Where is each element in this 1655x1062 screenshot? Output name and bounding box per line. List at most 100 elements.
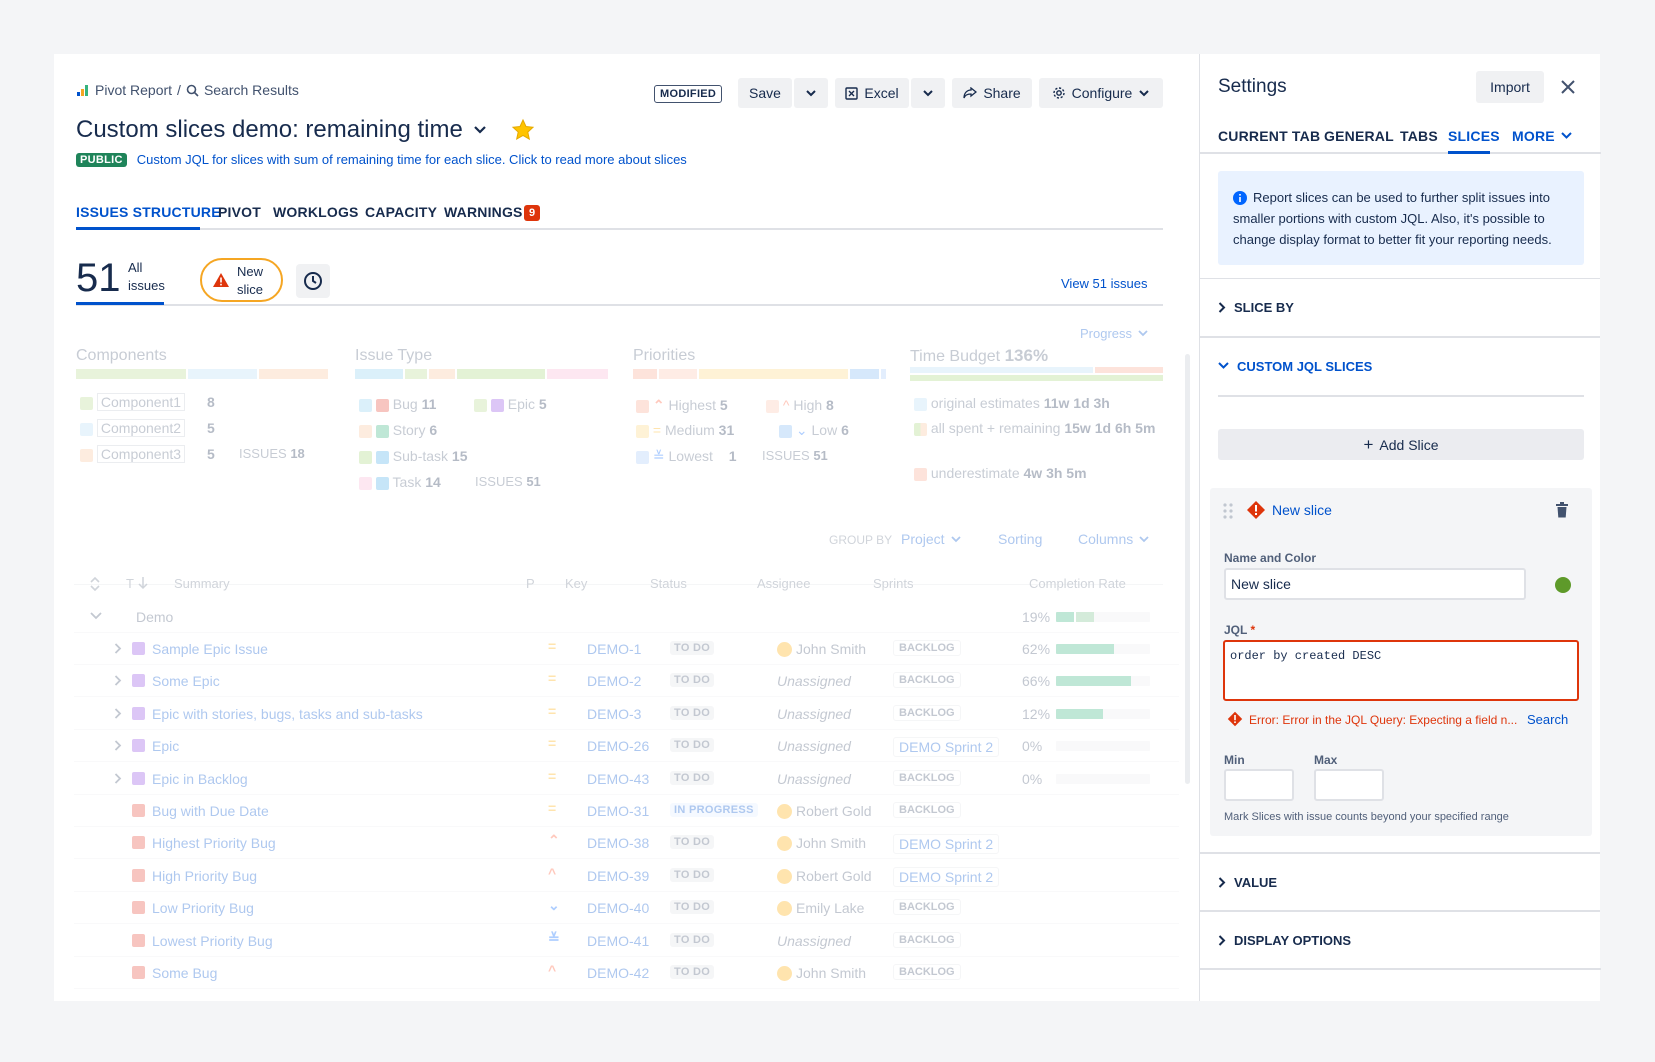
original-estimates-legend[interactable]: original estimates 11w 1d 3h bbox=[914, 395, 1110, 411]
table-row[interactable]: High Priority Bug ^ DEMO-39 TO DO Robert Gol… bbox=[74, 859, 1179, 892]
table-row[interactable]: Sample Epic Issue = DEMO-1 TO DO John Smith B… bbox=[74, 632, 1179, 665]
low-legend[interactable]: ⌄ Low 6 bbox=[779, 422, 849, 439]
table-row[interactable]: Lowest Priority Bug ≚ DEMO-41 TO DO Unassign… bbox=[74, 924, 1179, 957]
issue-summary[interactable]: Some Epic bbox=[152, 673, 220, 689]
settings-tab-current[interactable]: CURRENT TAB bbox=[1218, 128, 1320, 144]
column-type[interactable]: T bbox=[126, 576, 134, 591]
issue-key[interactable]: DEMO-26 bbox=[587, 738, 649, 754]
table-row[interactable]: Low Priority Bug ⌄ DEMO-40 TO DO Emily Lake B… bbox=[74, 891, 1179, 925]
share-button[interactable]: Share bbox=[952, 78, 1032, 108]
issue-key[interactable]: DEMO-31 bbox=[587, 803, 649, 819]
issue-summary[interactable]: Epic bbox=[152, 738, 179, 754]
sprint-badge[interactable]: BACKLOG bbox=[893, 899, 961, 916]
star-icon[interactable] bbox=[511, 118, 535, 142]
task-legend[interactable]: Task 14 bbox=[359, 474, 441, 490]
breadcrumb-app[interactable]: Pivot Report bbox=[95, 82, 172, 98]
component1-legend[interactable]: Component1 8 bbox=[80, 393, 215, 411]
issue-key[interactable]: DEMO-38 bbox=[587, 835, 649, 851]
issue-key[interactable]: DEMO-42 bbox=[587, 965, 649, 981]
medium-legend[interactable]: = Medium 31 bbox=[636, 422, 734, 438]
history-button[interactable] bbox=[296, 264, 330, 298]
save-options-button[interactable] bbox=[794, 78, 828, 108]
settings-tab-general[interactable]: GENERAL bbox=[1324, 128, 1394, 144]
sprint-badge[interactable]: DEMO Sprint 2 bbox=[893, 834, 1000, 855]
sprint-badge[interactable]: BACKLOG bbox=[893, 802, 961, 818]
issue-key[interactable]: DEMO-3 bbox=[587, 706, 641, 722]
jql-search-link[interactable]: Search bbox=[1527, 712, 1568, 727]
tab-pivot[interactable]: PIVOT bbox=[218, 204, 261, 220]
tab-worklogs[interactable]: WORKLOGS bbox=[273, 204, 359, 220]
issue-key[interactable]: DEMO-40 bbox=[587, 900, 649, 916]
issue-summary[interactable]: Epic with stories, bugs, tasks and sub-t… bbox=[152, 706, 423, 722]
group-row[interactable]: Demo 19% bbox=[74, 600, 1179, 633]
sprint-badge[interactable]: BACKLOG bbox=[893, 704, 961, 721]
component3-legend[interactable]: Component3 5 bbox=[80, 445, 215, 463]
table-row[interactable]: Epic in Backlog = DEMO-43 TO DO Unassigned BA… bbox=[74, 762, 1179, 795]
slice-all-issues[interactable]: 51 All issues bbox=[76, 252, 165, 305]
chevron-right-icon[interactable] bbox=[114, 643, 122, 654]
issue-summary[interactable]: Lowest Priority Bug bbox=[152, 933, 273, 949]
chevron-down-icon[interactable] bbox=[90, 612, 102, 620]
slice-name-link[interactable]: New slice bbox=[1272, 502, 1332, 518]
table-row[interactable]: Epic with stories, bugs, tasks and sub-t… bbox=[74, 697, 1179, 730]
add-slice-button[interactable]: + Add Slice bbox=[1218, 429, 1584, 460]
report-description[interactable]: Custom JQL for slices with sum of remain… bbox=[137, 152, 687, 167]
save-button[interactable]: Save bbox=[738, 78, 792, 108]
sprint-badge[interactable]: BACKLOG bbox=[893, 931, 961, 948]
sprint-badge[interactable]: DEMO Sprint 2 bbox=[893, 866, 1000, 887]
settings-tab-more[interactable]: MORE bbox=[1512, 128, 1572, 144]
epic-legend[interactable]: Epic 5 bbox=[474, 396, 547, 412]
sprint-badge[interactable]: BACKLOG bbox=[893, 964, 961, 980]
sprint-badge[interactable]: BACKLOG bbox=[893, 640, 961, 656]
view-issues-link[interactable]: View 51 issues bbox=[1061, 276, 1147, 291]
main-scrollbar-thumb[interactable] bbox=[1185, 354, 1190, 784]
settings-tab-slices[interactable]: SLICES bbox=[1448, 128, 1500, 144]
column-completion-rate[interactable]: Completion Rate bbox=[1029, 576, 1126, 591]
issue-key[interactable]: DEMO-43 bbox=[587, 771, 649, 787]
drag-handle-icon[interactable] bbox=[1223, 503, 1233, 519]
issue-summary[interactable]: Highest Priority Bug bbox=[152, 835, 276, 851]
columns-dropdown[interactable]: Columns bbox=[1078, 531, 1149, 547]
sorting-button[interactable]: Sorting bbox=[998, 531, 1042, 547]
tab-issues-structure[interactable]: ISSUES STRUCTURE bbox=[76, 204, 221, 220]
slice-name-input[interactable] bbox=[1224, 568, 1526, 600]
column-key[interactable]: Key bbox=[565, 576, 587, 591]
column-summary[interactable]: Summary bbox=[174, 576, 230, 591]
issue-key[interactable]: DEMO-41 bbox=[587, 933, 649, 949]
configure-button[interactable]: Configure bbox=[1039, 78, 1163, 108]
sprint-badge[interactable]: BACKLOG bbox=[893, 769, 961, 786]
column-status[interactable]: Status bbox=[650, 576, 687, 591]
slice-new-slice[interactable]: New slice bbox=[200, 258, 283, 302]
group-by-dropdown[interactable]: Project bbox=[901, 531, 961, 547]
tab-warnings[interactable]: WARNINGS bbox=[444, 204, 523, 220]
max-input[interactable] bbox=[1314, 769, 1384, 801]
custom-jql-section[interactable]: CUSTOM JQL SLICES bbox=[1200, 336, 1600, 394]
chevron-right-icon[interactable] bbox=[114, 708, 122, 719]
highest-legend[interactable]: ⌃ Highest 5 bbox=[636, 397, 728, 414]
trash-icon[interactable] bbox=[1555, 502, 1569, 518]
high-legend[interactable]: ^ High 8 bbox=[766, 397, 834, 413]
table-row[interactable]: Some Bug ^ DEMO-42 TO DO John Smith BACKLOG bbox=[74, 956, 1179, 989]
underestimate-legend[interactable]: underestimate 4w 3h 5m bbox=[914, 465, 1087, 481]
tab-capacity[interactable]: CAPACITY bbox=[365, 204, 437, 220]
table-row[interactable]: Bug with Due Date = DEMO-31 IN PROGRESS Robe… bbox=[74, 794, 1179, 827]
issue-summary[interactable]: Some Bug bbox=[152, 965, 217, 981]
issue-key[interactable]: DEMO-39 bbox=[587, 868, 649, 884]
sprint-badge[interactable]: BACKLOG bbox=[893, 672, 961, 689]
issue-summary[interactable]: Epic in Backlog bbox=[152, 771, 248, 787]
column-assignee[interactable]: Assignee bbox=[757, 576, 810, 591]
table-row[interactable]: Epic = DEMO-26 TO DO Unassigned DEMO Sprint 2… bbox=[74, 729, 1179, 763]
excel-button[interactable]: Excel bbox=[835, 78, 909, 108]
progress-dropdown[interactable]: Progress bbox=[1080, 326, 1148, 341]
bug-legend[interactable]: Bug 11 bbox=[359, 396, 436, 412]
table-row[interactable]: Some Epic = DEMO-2 TO DO Unassigned BACKLOG 66… bbox=[74, 664, 1179, 698]
issue-summary[interactable]: Sample Epic Issue bbox=[152, 641, 268, 657]
close-icon[interactable] bbox=[1559, 78, 1577, 96]
issue-summary[interactable]: Low Priority Bug bbox=[152, 900, 254, 916]
all-spent-legend[interactable]: all spent + remaining 15w 1d 6h 5m bbox=[914, 419, 1164, 438]
chevron-down-icon[interactable] bbox=[473, 125, 487, 135]
value-section[interactable]: VALUE bbox=[1200, 852, 1600, 910]
chevron-right-icon[interactable] bbox=[114, 772, 122, 784]
display-options-section[interactable]: DISPLAY OPTIONS bbox=[1200, 910, 1600, 968]
lowest-legend[interactable]: ≚ Lowest 1 bbox=[636, 448, 737, 465]
